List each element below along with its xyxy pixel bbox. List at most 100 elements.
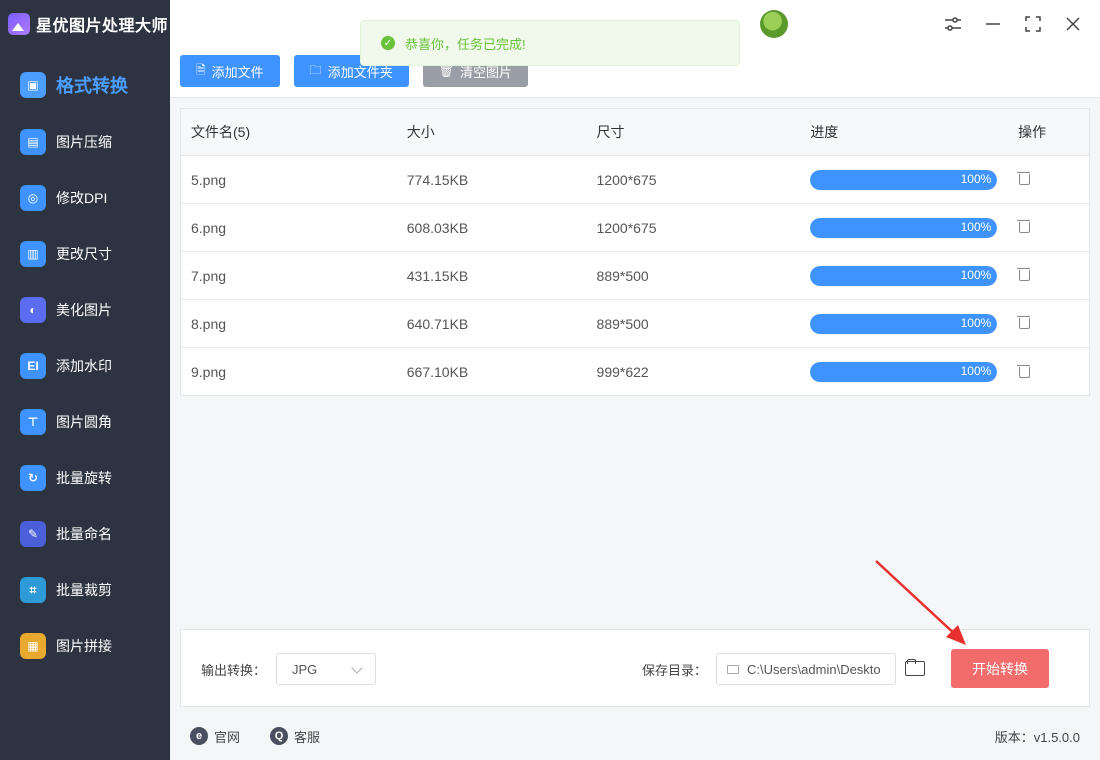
toast-message: 恭喜你，任务已完成! (405, 36, 526, 52)
settings-sliders-icon[interactable] (944, 15, 962, 33)
image-compress-icon: ▤ (20, 129, 46, 155)
cell-dimensions: 1200*675 (596, 171, 657, 188)
cell-actions (1009, 267, 1089, 284)
sidebar-item-puzzle[interactable]: ▦ 图片拼接 (0, 618, 170, 674)
sidebar-nav: ▣ 格式转换 ▤ 图片压缩 ◎ 修改DPI ▥ 更改尺寸 ◐ 美化图片 EI 添加水印 ⊤ 图片圆角 ↻ 批量… (0, 56, 170, 674)
table-row: 7.png 431.15KB 889*500 100% (181, 252, 1089, 300)
cell-dimensions: 999*622 (596, 364, 649, 380)
sidebar-item-label: 修改DPI (56, 190, 108, 206)
folder-outline-icon (727, 664, 739, 674)
delete-icon[interactable] (1017, 171, 1031, 185)
sidebar-item-label: 图片压缩 (56, 134, 112, 150)
app-title: 星优图片处理大师 (36, 18, 169, 35)
header-dimensions: 尺寸 (596, 124, 625, 140)
red-arrow-annotation (875, 560, 966, 645)
rotate-icon: ↻ (20, 465, 46, 491)
customer-service-label: 客服 (294, 729, 321, 745)
delete-icon[interactable] (1017, 315, 1031, 329)
dpi-icon: ◎ (20, 185, 46, 211)
app-logo-icon (8, 13, 30, 35)
footer: e 官网 Q 客服 版本：v1.5.0.0 (170, 712, 1100, 760)
cell-progress: 100% (801, 313, 1009, 334)
progress-bar: 100% (810, 265, 998, 286)
cell-dimensions: 889*500 (596, 315, 649, 332)
output-format-select[interactable]: JPG (276, 653, 376, 685)
sidebar-item-label: 更改尺寸 (56, 246, 112, 262)
sidebar-item-watermark[interactable]: EI 添加水印 (0, 338, 170, 394)
sidebar-item-rotate[interactable]: ↻ 批量旋转 (0, 450, 170, 506)
sidebar-item-image-compress[interactable]: ▤ 图片压缩 (0, 114, 170, 170)
sidebar-item-label: 添加水印 (56, 358, 112, 374)
success-toast: ✓ 恭喜你，任务已完成! (360, 20, 740, 66)
user-avatar[interactable] (760, 10, 788, 38)
header-size: 大小 (406, 124, 435, 140)
table-row: 9.png 667.10KB 999*622 100% (181, 348, 1089, 396)
sidebar-item-round-corner[interactable]: ⊤ 图片圆角 (0, 394, 170, 450)
maximize-icon[interactable] (1024, 15, 1042, 33)
cell-filename: 8.png (191, 315, 227, 332)
save-directory-value: C:\Users\admin\Deskto (747, 661, 881, 677)
progress-bar: 100% (810, 169, 998, 190)
brand: 星优图片处理大师 (0, 0, 170, 48)
cell-size: 774.15KB (406, 171, 469, 188)
sidebar-item-dpi[interactable]: ◎ 修改DPI (0, 170, 170, 226)
sidebar-item-resize[interactable]: ▥ 更改尺寸 (0, 226, 170, 282)
save-directory-label: 保存目录： (642, 663, 708, 678)
close-icon[interactable] (1064, 15, 1082, 33)
folder-icon: 🗀 (309, 62, 322, 77)
delete-icon[interactable] (1017, 219, 1031, 233)
sidebar-item-label: 格式转换 (56, 76, 128, 96)
puzzle-icon: ▦ (20, 633, 46, 659)
cell-progress: 100% (801, 169, 1009, 190)
cell-size: 431.15KB (406, 267, 469, 284)
browser-e-icon: e (190, 727, 208, 745)
delete-icon[interactable] (1017, 267, 1031, 281)
progress-text: 100% (960, 267, 992, 282)
sidebar-item-beautify[interactable]: ◐ 美化图片 (0, 282, 170, 338)
cell-filename: 7.png (191, 267, 227, 284)
progress-bar: 100% (810, 217, 998, 238)
cell-dimensions: 889*500 (596, 267, 649, 284)
cell-size: 640.71KB (406, 315, 469, 332)
cell-actions (1009, 315, 1089, 332)
add-file-button[interactable]: 🗎 添加文件 (180, 55, 280, 87)
table-row: 6.png 608.03KB 1200*675 100% (181, 204, 1089, 252)
sidebar-item-label: 图片拼接 (56, 638, 112, 654)
sidebar-item-image-convert[interactable]: ▣ 格式转换 (0, 56, 170, 114)
cell-progress: 100% (801, 265, 1009, 286)
rename-icon: ✎ (20, 521, 46, 547)
header-actions: 操作 (1018, 124, 1047, 140)
cell-progress: 100% (801, 217, 1009, 238)
minimize-icon[interactable] (984, 15, 1002, 33)
sidebar-item-rename[interactable]: ✎ 批量命名 (0, 506, 170, 562)
trash-icon: 🗑 (438, 64, 454, 78)
table-row: 5.png 774.15KB 1200*675 100% (181, 156, 1089, 204)
header-progress: 进度 (810, 124, 839, 140)
progress-text: 100% (960, 219, 992, 234)
sidebar-item-label: 图片圆角 (56, 414, 112, 430)
delete-icon[interactable] (1017, 364, 1031, 378)
sidebar: 星优图片处理大师 ▣ 格式转换 ▤ 图片压缩 ◎ 修改DPI ▥ 更改尺寸 ◐ 美化图片 EI 添加水… (0, 0, 170, 760)
version-text: 版本：v1.5.0.0 (994, 729, 1080, 745)
progress-bar: 100% (810, 313, 998, 334)
table-header: 文件名(5) 大小 尺寸 进度 操作 (181, 109, 1089, 156)
cell-actions (1009, 171, 1089, 188)
output-format-value: JPG (292, 661, 318, 677)
chat-bubble-icon: Q (270, 727, 288, 745)
open-folder-icon[interactable] (905, 659, 925, 676)
customer-service-link[interactable]: Q 客服 (270, 727, 320, 746)
sidebar-item-label: 批量命名 (56, 526, 112, 542)
cell-filename: 6.png (191, 219, 227, 236)
crop-icon: ⌗ (20, 577, 46, 603)
cell-size: 608.03KB (406, 219, 469, 236)
official-site-link[interactable]: e 官网 (190, 727, 240, 746)
beautify-icon: ◐ (20, 297, 46, 323)
output-format-label: 输出转换： (201, 663, 267, 678)
sidebar-item-label: 批量旋转 (56, 470, 112, 486)
save-directory-input[interactable]: C:\Users\admin\Deskto (716, 653, 896, 685)
window-controls (944, 6, 1100, 42)
progress-text: 100% (960, 364, 992, 378)
sidebar-item-crop[interactable]: ⌗ 批量裁剪 (0, 562, 170, 618)
check-circle-icon: ✓ (381, 36, 395, 50)
cell-size: 667.10KB (406, 364, 469, 380)
